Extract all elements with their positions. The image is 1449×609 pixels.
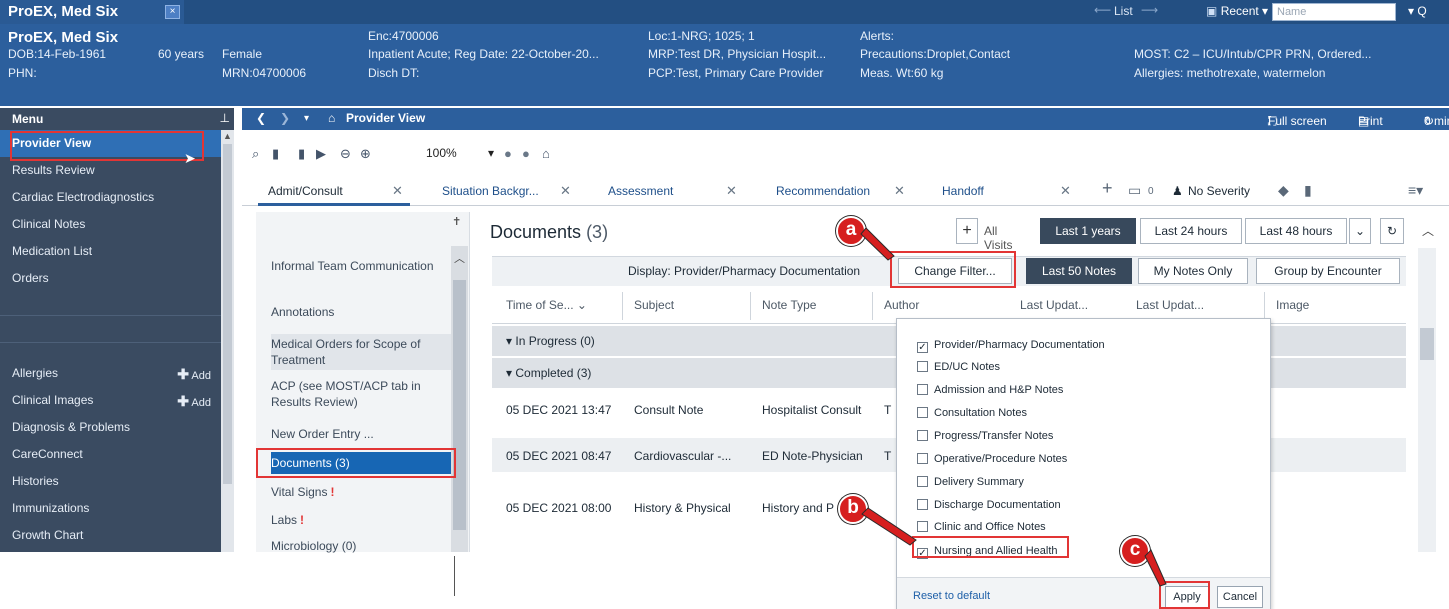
callout-pointers — [860, 227, 1167, 587]
callout-c-pointer — [1144, 549, 1167, 587]
callout-a-pointer — [860, 227, 895, 261]
callout-b-pointer — [861, 507, 917, 546]
